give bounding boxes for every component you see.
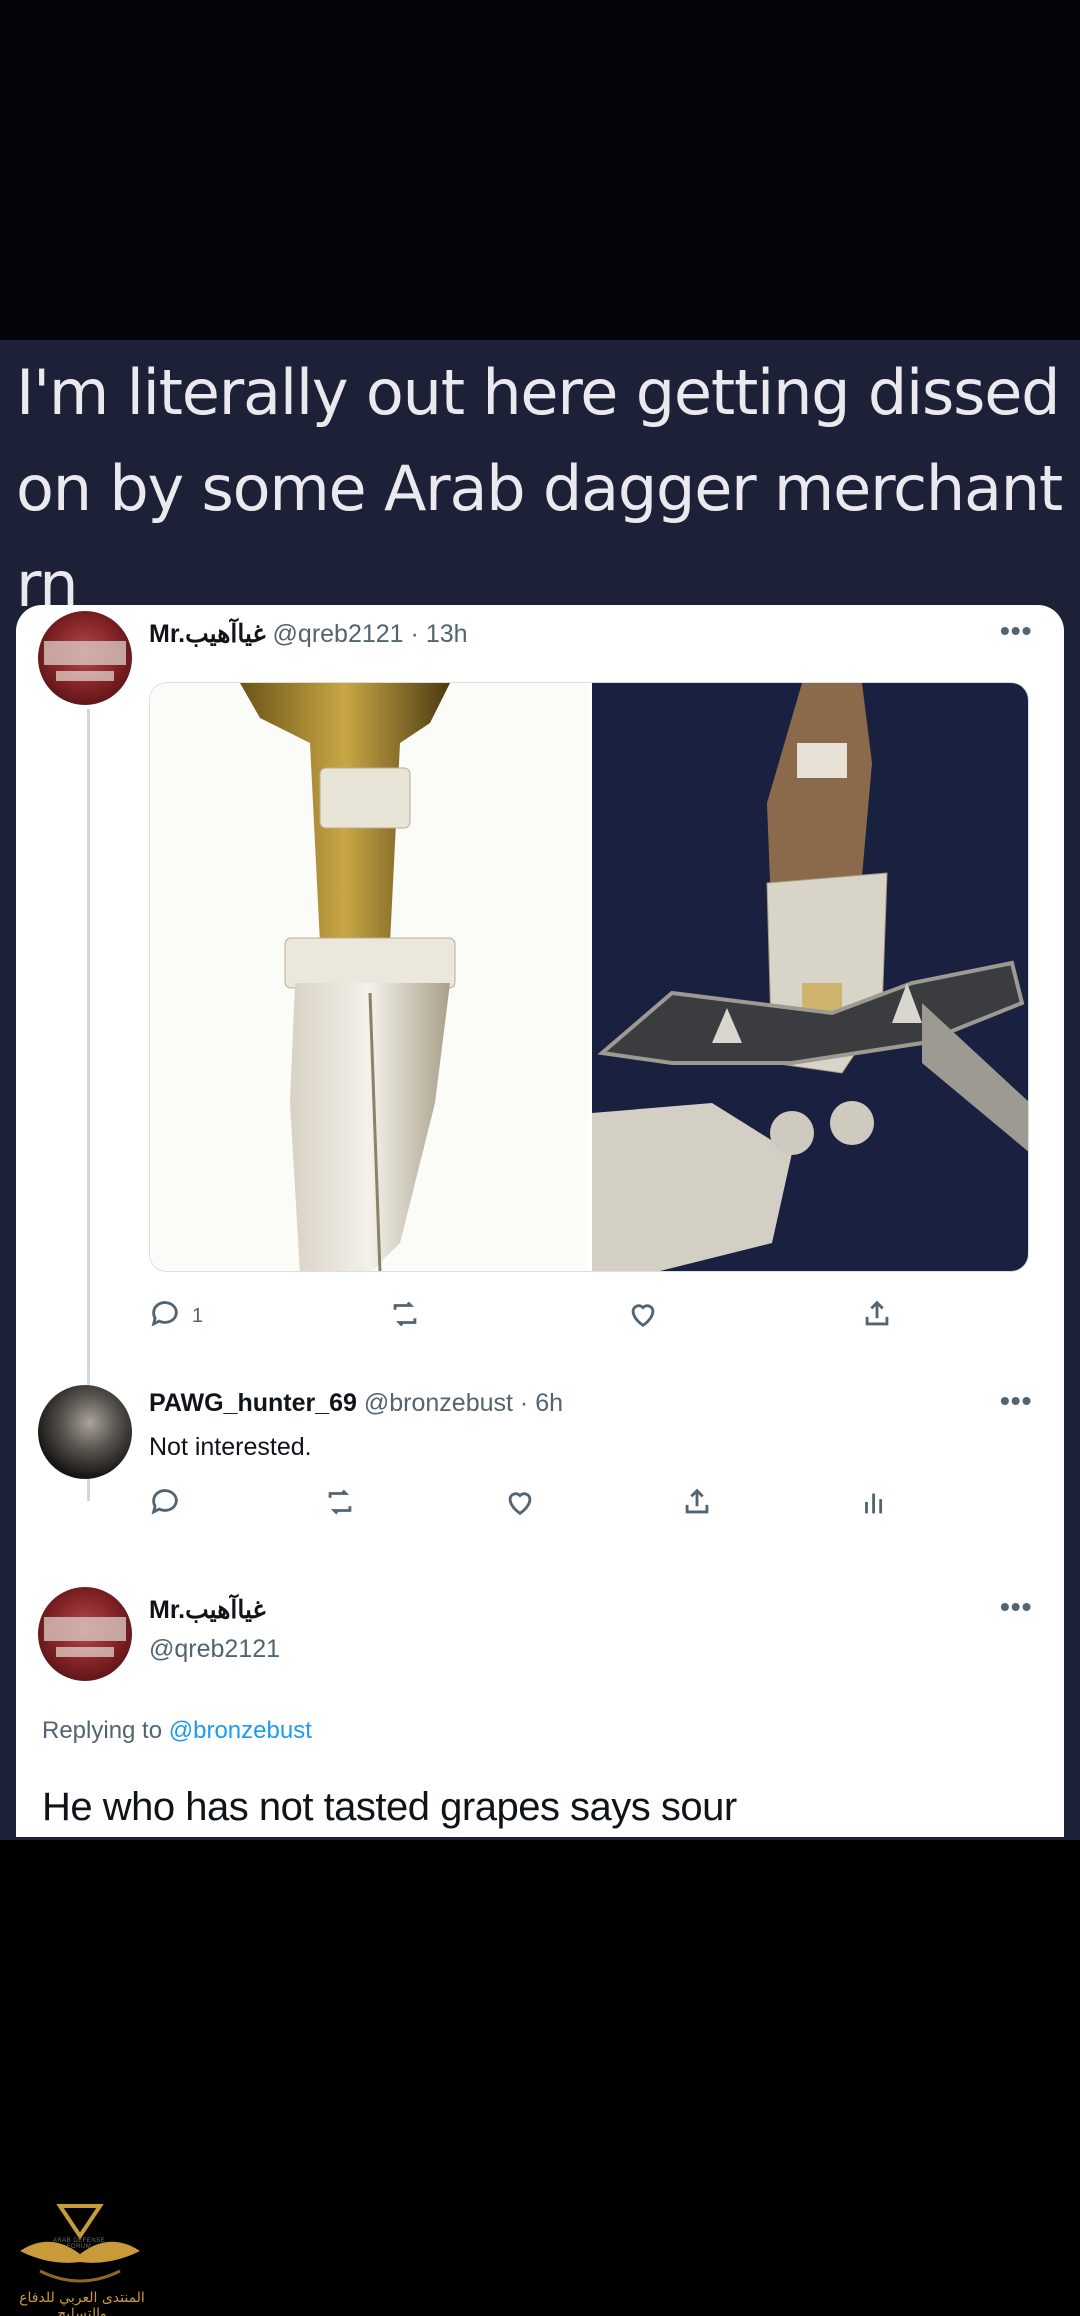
user-handle[interactable]: @qreb2121 xyxy=(273,620,404,648)
views-button[interactable] xyxy=(858,1485,892,1525)
user-handle[interactable]: @qreb2121 xyxy=(149,1635,280,1663)
thread-line xyxy=(87,709,90,1501)
like-icon xyxy=(508,1492,532,1516)
reply-button[interactable]: 1 xyxy=(148,1297,203,1337)
replying-prefix: Replying to xyxy=(42,1717,163,1744)
like-button[interactable] xyxy=(503,1485,537,1525)
reply-header: PAWG_hunter_69 @bronzebust · 6h xyxy=(149,1389,564,1417)
watermark-subtitle: ARAB DEFENSE FORUM xyxy=(52,2238,106,2250)
dagger-photo-right[interactable] xyxy=(592,683,1028,1271)
share-icon xyxy=(685,1488,709,1514)
tweet-action-bar: 1 xyxy=(148,1297,1028,1337)
user-handle[interactable]: @bronzebust xyxy=(364,1389,513,1417)
replying-to: Replying to @bronzebust xyxy=(42,1717,312,1745)
top-black-bar xyxy=(0,0,1080,340)
views-icon xyxy=(865,1493,883,1514)
tweet-media[interactable] xyxy=(149,682,1029,1272)
avatar[interactable] xyxy=(38,1385,132,1479)
dagger-photo-left[interactable] xyxy=(150,683,588,1271)
avatar[interactable] xyxy=(38,1587,132,1681)
like-icon xyxy=(631,1304,655,1328)
reply-button[interactable] xyxy=(148,1485,182,1525)
retweet-icon xyxy=(393,1301,417,1327)
timestamp[interactable]: 13h xyxy=(426,620,468,648)
tweet-text: He who has not tasted grapes says sour xyxy=(42,1785,737,1829)
like-button[interactable] xyxy=(626,1297,660,1337)
reply-text: Not interested. xyxy=(149,1433,312,1461)
avatar[interactable] xyxy=(38,611,132,705)
mention-link[interactable]: @bronzebust xyxy=(169,1717,312,1744)
watermark-text: المنتدى العربي للدفاع والتسليح xyxy=(19,2290,145,2316)
display-name[interactable]: Mr.غياآهيب xyxy=(149,620,266,648)
timestamp[interactable]: 6h xyxy=(535,1389,563,1417)
bottom-black-bar xyxy=(0,1840,1080,2316)
reply-icon xyxy=(151,1301,178,1327)
reply-icon xyxy=(151,1489,178,1515)
reply-count: 1 xyxy=(192,1305,204,1327)
display-name[interactable]: PAWG_hunter_69 xyxy=(149,1389,357,1417)
tweet-header: Mr.غياآهيب @qreb2121 · 13h xyxy=(149,620,468,648)
retweet-button[interactable] xyxy=(388,1297,422,1337)
more-icon[interactable]: ••• xyxy=(1000,615,1032,647)
tweet-thread-card: Mr.غياآهيب @qreb2121 · 13h ••• 1 PAWG_hu… xyxy=(16,605,1064,1837)
display-name[interactable]: Mr.غياآهيب xyxy=(149,1596,266,1624)
retweet-icon xyxy=(328,1489,352,1515)
focused-tweet-handle: @qreb2121 xyxy=(149,1635,280,1664)
share-button[interactable] xyxy=(860,1297,894,1337)
share-button[interactable] xyxy=(680,1485,714,1525)
meme-caption: I'm literally out here getting dissed on… xyxy=(16,356,1063,621)
more-icon[interactable]: ••• xyxy=(1000,1385,1032,1417)
retweet-button[interactable] xyxy=(323,1485,357,1525)
reply-action-bar xyxy=(148,1485,1028,1525)
focused-tweet-name: Mr.غياآهيب xyxy=(149,1595,266,1625)
more-icon[interactable]: ••• xyxy=(1000,1591,1032,1623)
share-icon xyxy=(865,1300,889,1326)
